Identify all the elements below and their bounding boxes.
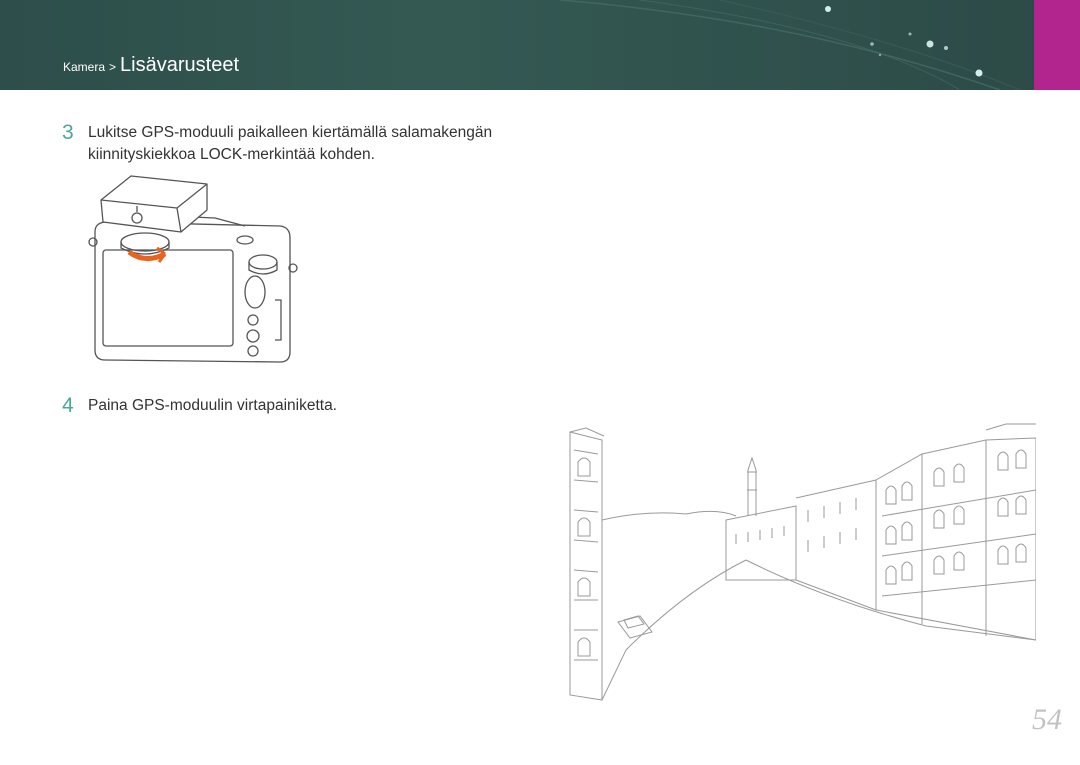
step-text-line: Lukitse GPS-moduuli paikalleen kiertämäl… <box>88 124 493 141</box>
breadcrumb-separator: > <box>109 60 117 74</box>
step-text-line: kiinnityskiekkoa LOCK-merkintää kohden. <box>88 146 375 163</box>
step-number: 4 <box>62 394 74 417</box>
page-number: 54 <box>1032 703 1062 736</box>
step-number: 3 <box>62 121 74 144</box>
step-3: 3 Lukitse GPS-moduuli paikalleen kiertäm… <box>62 122 492 166</box>
step-4: 4 Paina GPS-moduulin virtapainiketta. <box>62 395 337 417</box>
camera-gps-illustration <box>88 175 298 363</box>
breadcrumb-parent[interactable]: Kamera <box>63 60 105 74</box>
page-header: Kamera > Lisävarusteet <box>0 0 1080 90</box>
chapter-tab <box>1034 0 1080 90</box>
step-text: Lukitse GPS-moduuli paikalleen kiertämäl… <box>88 122 492 166</box>
step-text: Paina GPS-moduulin virtapainiketta. <box>88 395 337 417</box>
step-text-line: Paina GPS-moduulin virtapainiketta. <box>88 397 337 414</box>
breadcrumb-current: Lisävarusteet <box>120 54 240 76</box>
city-canal-illustration <box>569 423 1036 701</box>
breadcrumb: Kamera > Lisävarusteet <box>63 54 239 77</box>
